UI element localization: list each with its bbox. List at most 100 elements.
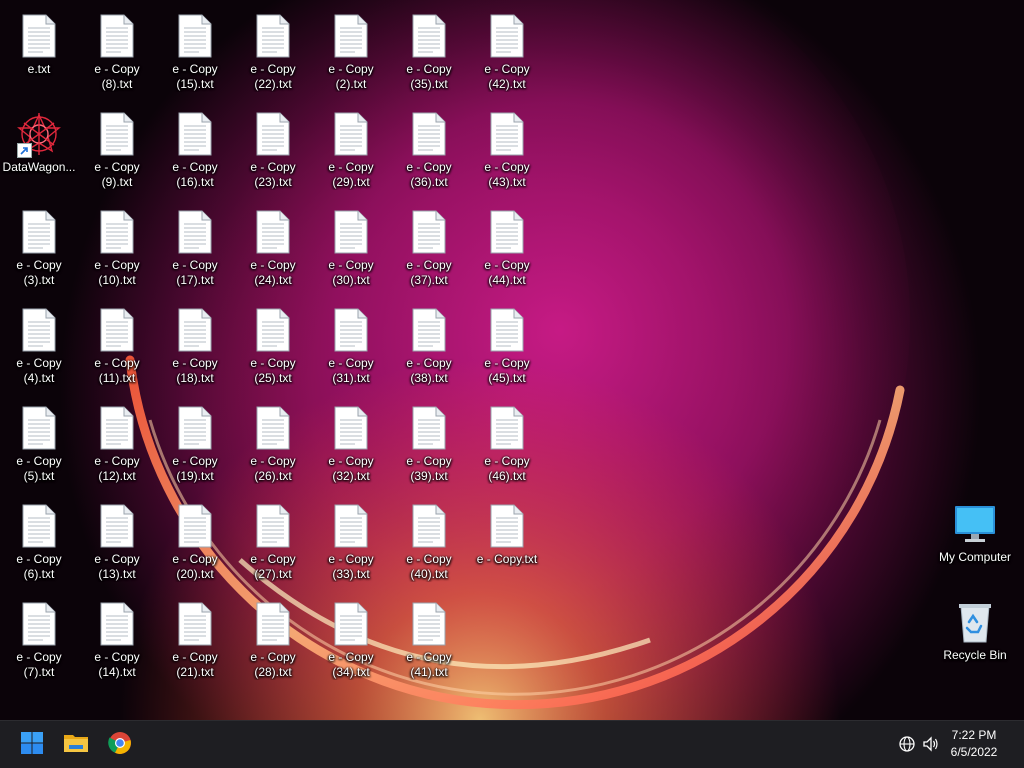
desktop-icon-label: e - Copy (26).txt	[250, 454, 296, 483]
desktop-icon-file[interactable]: e - Copy (4).txt	[0, 300, 78, 396]
text-file-icon	[405, 110, 453, 158]
desktop-icon-label: e - Copy (22).txt	[250, 62, 296, 91]
text-file-icon	[249, 12, 297, 60]
desktop-icon-file[interactable]: e - Copy (20).txt	[156, 496, 234, 592]
desktop-icon-file[interactable]: e - Copy (37).txt	[390, 202, 468, 298]
desktop-icon-label: e - Copy (38).txt	[406, 356, 452, 385]
desktop-icon-label: e - Copy (32).txt	[328, 454, 374, 483]
desktop-icon-file[interactable]: e - Copy (9).txt	[78, 104, 156, 200]
desktop-icon-label: e - Copy (11).txt	[94, 356, 140, 385]
volume-icon[interactable]	[922, 735, 940, 753]
desktop-icon-file[interactable]: e - Copy (34).txt	[312, 594, 390, 690]
text-file-icon	[15, 306, 63, 354]
desktop-icon-file[interactable]: e - Copy (11).txt	[78, 300, 156, 396]
text-file-icon	[483, 208, 531, 256]
desktop-icon-file[interactable]: e - Copy (29).txt	[312, 104, 390, 200]
desktop-icon-file[interactable]: e - Copy (3).txt	[0, 202, 78, 298]
desktop-icon-file[interactable]: e - Copy (18).txt	[156, 300, 234, 396]
desktop-icon-label: e - Copy (18).txt	[172, 356, 218, 385]
desktop-icon-label: e - Copy (19).txt	[172, 454, 218, 483]
desktop-icon-recycle-bin[interactable]: Recycle Bin	[936, 592, 1014, 688]
text-file-icon	[327, 110, 375, 158]
desktop-icon-label: e - Copy (12).txt	[94, 454, 140, 483]
desktop-icon-file[interactable]: e - Copy (6).txt	[0, 496, 78, 592]
desktop-icon-file[interactable]: e - Copy (14).txt	[78, 594, 156, 690]
text-file-icon	[171, 404, 219, 452]
desktop-icon-file[interactable]: e - Copy (26).txt	[234, 398, 312, 494]
desktop-icon-file[interactable]: e - Copy (39).txt	[390, 398, 468, 494]
desktop-icon-file[interactable]: e - Copy (8).txt	[78, 6, 156, 102]
text-file-icon	[93, 502, 141, 550]
chrome-button[interactable]	[100, 725, 140, 765]
clock-date: 6/5/2022	[950, 745, 998, 759]
desktop-icon-file[interactable]: e - Copy (36).txt	[390, 104, 468, 200]
desktop-icon-file[interactable]: e - Copy (38).txt	[390, 300, 468, 396]
desktop-icon-file[interactable]: e - Copy (33).txt	[312, 496, 390, 592]
desktop-icon-label: e - Copy (43).txt	[484, 160, 530, 189]
desktop-icon-file[interactable]: e - Copy (10).txt	[78, 202, 156, 298]
text-file-icon	[405, 208, 453, 256]
desktop-icon-label: e.txt	[27, 62, 51, 76]
text-file-icon	[483, 110, 531, 158]
recycle-bin-icon	[951, 598, 999, 646]
language-globe-icon[interactable]	[898, 735, 916, 753]
desktop-icon-file[interactable]: e - Copy (43).txt	[468, 104, 546, 200]
text-file-icon	[249, 600, 297, 648]
desktop-icon-label: Recycle Bin	[943, 648, 1007, 662]
desktop-icon-file[interactable]: e - Copy (24).txt	[234, 202, 312, 298]
desktop-icon-file[interactable]: e - Copy (44).txt	[468, 202, 546, 298]
shortcut-arrow-icon	[17, 143, 32, 158]
desktop-icon-file[interactable]: e - Copy (41).txt	[390, 594, 468, 690]
desktop-icon-label: e - Copy (15).txt	[172, 62, 218, 91]
text-file-icon	[93, 306, 141, 354]
desktop-icon-label: e - Copy (3).txt	[16, 258, 62, 287]
text-file-icon	[327, 404, 375, 452]
desktop-icon-file[interactable]: e - Copy (19).txt	[156, 398, 234, 494]
desktop-icon-label: e - Copy (13).txt	[94, 552, 140, 581]
desktop-icon-file[interactable]: e.txt	[0, 6, 78, 102]
desktop-icon-file[interactable]: e - Copy (30).txt	[312, 202, 390, 298]
desktop-icon-file[interactable]: e - Copy.txt	[468, 496, 546, 592]
desktop-icon-file[interactable]: e - Copy (32).txt	[312, 398, 390, 494]
desktop-icon-file[interactable]: e - Copy (27).txt	[234, 496, 312, 592]
desktop-icon-file[interactable]: e - Copy (25).txt	[234, 300, 312, 396]
desktop-icon-shortcut[interactable]: DataWagon...	[0, 104, 78, 200]
desktop-icon-label: e - Copy (21).txt	[172, 650, 218, 679]
text-file-icon	[249, 502, 297, 550]
desktop-icon-file[interactable]: e - Copy (5).txt	[0, 398, 78, 494]
desktop-icon-file[interactable]: e - Copy (42).txt	[468, 6, 546, 102]
desktop-icon-label: My Computer	[938, 550, 1012, 564]
desktop-icon-label: e - Copy (7).txt	[16, 650, 62, 679]
desktop-icon-file[interactable]: e - Copy (40).txt	[390, 496, 468, 592]
desktop-icon-label: e - Copy.txt	[476, 552, 538, 566]
desktop-icon-file[interactable]: e - Copy (22).txt	[234, 6, 312, 102]
desktop-icon-file[interactable]: e - Copy (46).txt	[468, 398, 546, 494]
desktop-icon-file[interactable]: e - Copy (23).txt	[234, 104, 312, 200]
file-explorer-button[interactable]	[56, 725, 96, 765]
desktop-icon-file[interactable]: e - Copy (21).txt	[156, 594, 234, 690]
desktop-icon-file[interactable]: e - Copy (17).txt	[156, 202, 234, 298]
desktop-icon-file[interactable]: e - Copy (45).txt	[468, 300, 546, 396]
start-button[interactable]	[12, 725, 52, 765]
text-file-icon	[171, 600, 219, 648]
desktop-icon-label: e - Copy (37).txt	[406, 258, 452, 287]
desktop-icon-label: e - Copy (25).txt	[250, 356, 296, 385]
desktop-icon-label: e - Copy (42).txt	[484, 62, 530, 91]
desktop-icon-file[interactable]: e - Copy (35).txt	[390, 6, 468, 102]
text-file-icon	[483, 404, 531, 452]
desktop-icon-file[interactable]: e - Copy (2).txt	[312, 6, 390, 102]
desktop-icon-file[interactable]: e - Copy (31).txt	[312, 300, 390, 396]
desktop-icon-my-computer[interactable]: My Computer	[936, 494, 1014, 590]
desktop-icon-file[interactable]: e - Copy (16).txt	[156, 104, 234, 200]
desktop-icon-file[interactable]: e - Copy (13).txt	[78, 496, 156, 592]
desktop-icon-file[interactable]: e - Copy (12).txt	[78, 398, 156, 494]
desktop-icon-label: e - Copy (23).txt	[250, 160, 296, 189]
text-file-icon	[405, 12, 453, 60]
desktop-icon-file[interactable]: e - Copy (28).txt	[234, 594, 312, 690]
desktop-icon-file[interactable]: e - Copy (15).txt	[156, 6, 234, 102]
desktop-icon-file[interactable]: e - Copy (7).txt	[0, 594, 78, 690]
taskbar-clock[interactable]: 7:22 PM 6/5/2022	[942, 727, 1006, 761]
desktop-icon-label: DataWagon...	[2, 160, 76, 174]
chrome-icon	[108, 731, 132, 760]
desktop[interactable]: e.txt DataWagon... e - Copy (3).txt e - Cop…	[0, 0, 1024, 720]
